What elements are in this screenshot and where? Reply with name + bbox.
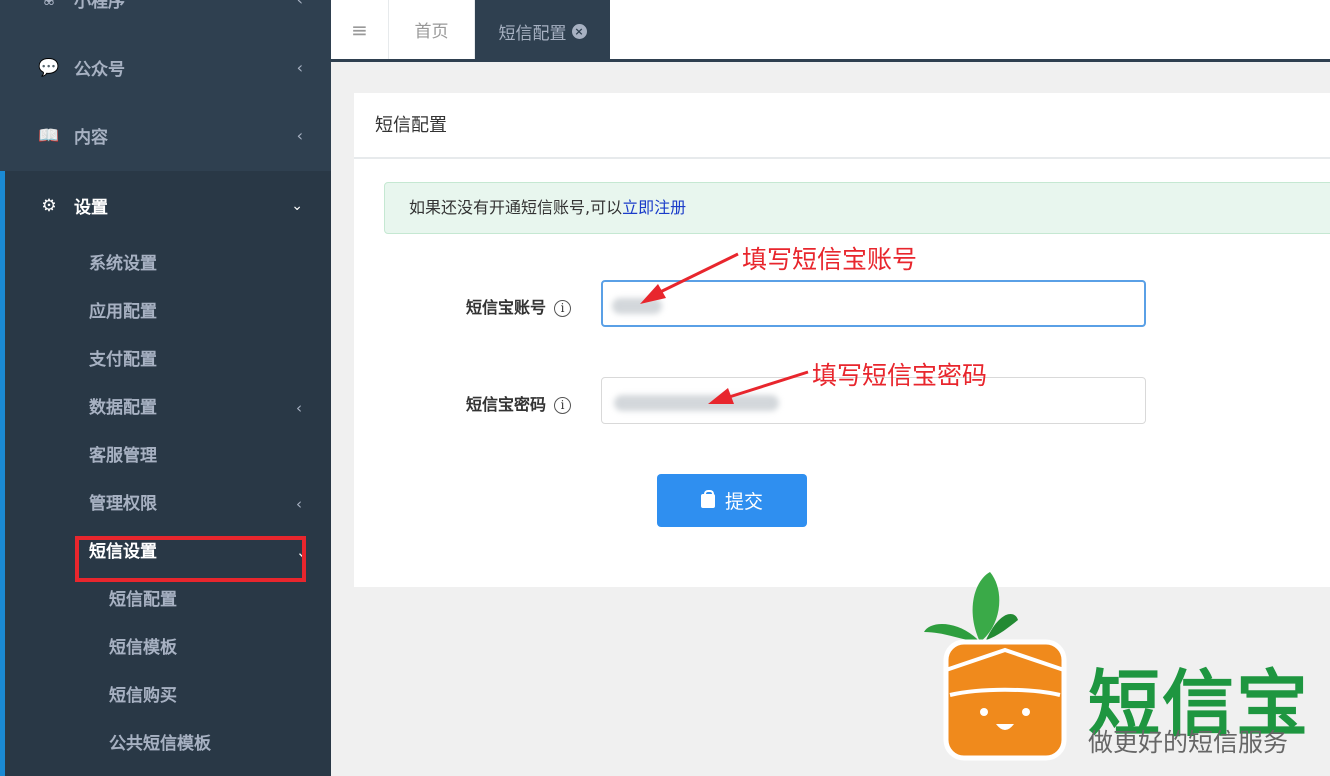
close-icon[interactable]: × bbox=[571, 23, 587, 39]
sidebar-subitem-label: 客服管理 bbox=[89, 446, 157, 466]
sidebar-subitem-permissions[interactable]: 管理权限 ‹ bbox=[89, 492, 302, 516]
info-icon[interactable]: i bbox=[554, 397, 572, 414]
password-annotation-arrow bbox=[708, 370, 809, 404]
sidebar-subitem-customer-service[interactable]: 客服管理 bbox=[89, 444, 157, 468]
logo-slogan: 做更好的短信服务 bbox=[1088, 728, 1289, 757]
account-label-text: 短信宝账号 bbox=[466, 298, 547, 317]
sms-config-panel: 短信配置 如果还没有开通短信账号,可以立即注册 短信宝账号 i 短信宝密码 i 提交 bbox=[354, 93, 1330, 587]
sidebar-item-content[interactable]: 📖 内容 ‹ bbox=[0, 101, 331, 170]
sidebar-subitem-label: 管理权限 bbox=[89, 494, 157, 514]
account-label: 短信宝账号 i bbox=[466, 295, 572, 321]
sidebar-subitem-label: 支付配置 bbox=[89, 350, 157, 370]
register-link[interactable]: 立即注册 bbox=[622, 198, 686, 217]
sidebar-subsubitem-public-sms-template[interactable]: 公共短信模板 bbox=[109, 732, 211, 756]
annotation-highlight-box bbox=[75, 536, 306, 582]
sidebar-subitem-label: 应用配置 bbox=[89, 302, 157, 322]
notice-text: 如果还没有开通短信账号,可以 bbox=[409, 198, 623, 217]
sidebar-item-settings[interactable]: ⚙ 设置 ⌄ bbox=[0, 171, 331, 240]
menu-toggle-button[interactable]: ≡ bbox=[331, 0, 389, 59]
tab-label: 首页 bbox=[414, 22, 449, 42]
register-notice: 如果还没有开通短信账号,可以立即注册 bbox=[384, 182, 1330, 234]
tab-bar: ≡ 首页 短信配置 × bbox=[331, 0, 1330, 62]
account-annotation-arrow bbox=[640, 252, 739, 304]
sidebar-item-official-account[interactable]: 💬 公众号 ‹ bbox=[0, 33, 331, 102]
sidebar-item-label: 内容 bbox=[74, 128, 108, 148]
chevron-left-icon: ‹ bbox=[296, 58, 303, 77]
sidebar-item-miniprogram[interactable]: ❀ 小程序 ‹ bbox=[0, 0, 331, 34]
tab-sms-config[interactable]: 短信配置 × bbox=[475, 0, 610, 62]
sidebar-subsubitem-label: 短信配置 bbox=[109, 590, 177, 610]
wechat-icon: 💬 bbox=[38, 57, 60, 78]
chevron-down-icon: ⌄ bbox=[291, 197, 303, 214]
chevron-left-icon: ‹ bbox=[297, 0, 303, 9]
smsbao-logo: 短信宝 做更好的短信服务 bbox=[920, 570, 1320, 770]
hamburger-icon: ≡ bbox=[351, 17, 368, 42]
gear-icon: ⚙ bbox=[41, 195, 57, 216]
submit-label: 提交 bbox=[724, 492, 763, 513]
sidebar-subsubitem-sms-template[interactable]: 短信模板 bbox=[109, 636, 177, 660]
tab-label: 短信配置 bbox=[498, 23, 567, 44]
sidebar-subsubitem-label: 公共短信模板 bbox=[109, 734, 211, 754]
info-icon[interactable]: i bbox=[554, 300, 572, 317]
sidebar-item-label: 公众号 bbox=[74, 60, 125, 80]
chevron-left-icon: ‹ bbox=[296, 126, 303, 145]
shopping-bag-icon bbox=[700, 489, 715, 508]
wechat-miniprogram-icon: ❀ bbox=[38, 0, 60, 10]
tab-home[interactable]: 首页 bbox=[389, 0, 475, 59]
book-icon: 📖 bbox=[38, 125, 60, 146]
password-label-text: 短信宝密码 bbox=[466, 395, 547, 414]
sidebar-subsubitem-sms-config[interactable]: 短信配置 bbox=[109, 588, 177, 612]
sidebar: ❀ 小程序 ‹ 💬 公众号 ‹ 📖 内容 ‹ ⚙ 设置 ⌄ 系统设置 应用配置 … bbox=[0, 0, 331, 776]
password-annotation: 填写短信宝密码 bbox=[812, 361, 988, 390]
orange-mascot-icon bbox=[924, 572, 1067, 761]
sidebar-item-label: 小程序 bbox=[74, 0, 125, 12]
sidebar-subitem-data-config[interactable]: 数据配置 ‹ bbox=[89, 396, 302, 420]
sidebar-item-label: 设置 bbox=[74, 198, 108, 218]
sidebar-subitem-app-config[interactable]: 应用配置 bbox=[89, 300, 157, 324]
password-label: 短信宝密码 i bbox=[466, 392, 572, 418]
account-annotation: 填写短信宝账号 bbox=[742, 245, 918, 274]
chevron-left-icon: ‹ bbox=[296, 399, 302, 417]
sidebar-subitem-label: 系统设置 bbox=[89, 254, 157, 274]
submit-button[interactable]: 提交 bbox=[657, 474, 807, 527]
sidebar-subsubitem-sms-purchase[interactable]: 短信购买 bbox=[109, 684, 177, 708]
sidebar-subsubitem-label: 短信购买 bbox=[109, 686, 177, 706]
sidebar-subitem-label: 数据配置 bbox=[89, 398, 157, 418]
sidebar-subitem-system-settings[interactable]: 系统设置 bbox=[89, 252, 157, 276]
sidebar-subsubitem-label: 短信模板 bbox=[109, 638, 177, 658]
chevron-left-icon: ‹ bbox=[296, 495, 302, 513]
panel-title: 短信配置 bbox=[354, 93, 1330, 159]
sidebar-subitem-payment-config[interactable]: 支付配置 bbox=[89, 348, 157, 372]
